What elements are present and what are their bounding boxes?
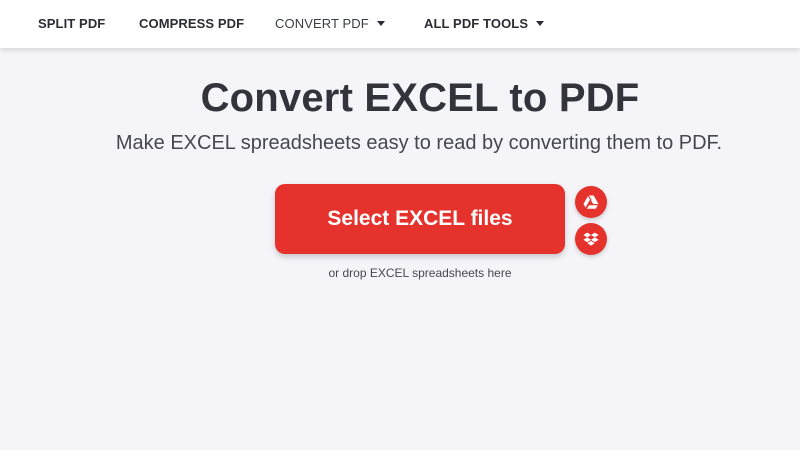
nav-convert-pdf[interactable]: CONVERT PDF bbox=[275, 16, 385, 31]
page-subtitle: Make EXCEL spreadsheets easy to read by … bbox=[115, 132, 723, 154]
page-title: Convert EXCEL to PDF bbox=[200, 76, 640, 120]
select-files-button[interactable]: Select EXCEL files bbox=[275, 184, 565, 254]
google-drive-button[interactable] bbox=[575, 186, 607, 218]
google-drive-icon bbox=[583, 194, 599, 209]
caret-down-icon bbox=[376, 21, 385, 26]
top-navbar: SPLIT PDF COMPRESS PDF CONVERT PDF ALL P… bbox=[0, 0, 800, 48]
nav-all-pdf-tools-label: ALL PDF TOOLS bbox=[424, 16, 529, 31]
caret-down-icon bbox=[536, 21, 545, 26]
nav-split-pdf-label: SPLIT PDF bbox=[38, 16, 106, 31]
dropbox-icon bbox=[583, 232, 599, 246]
nav-compress-pdf[interactable]: COMPRESS PDF bbox=[139, 16, 244, 31]
drop-hint: or drop EXCEL spreadsheets here bbox=[328, 266, 512, 280]
nav-split-pdf[interactable]: SPLIT PDF bbox=[38, 16, 105, 31]
select-files-button-label: Select EXCEL files bbox=[327, 207, 513, 230]
nav-convert-pdf-label: CONVERT PDF bbox=[275, 16, 369, 31]
dropbox-button[interactable] bbox=[575, 223, 607, 255]
nav-compress-pdf-label: COMPRESS PDF bbox=[139, 16, 245, 31]
nav-all-pdf-tools[interactable]: ALL PDF TOOLS bbox=[424, 16, 545, 31]
